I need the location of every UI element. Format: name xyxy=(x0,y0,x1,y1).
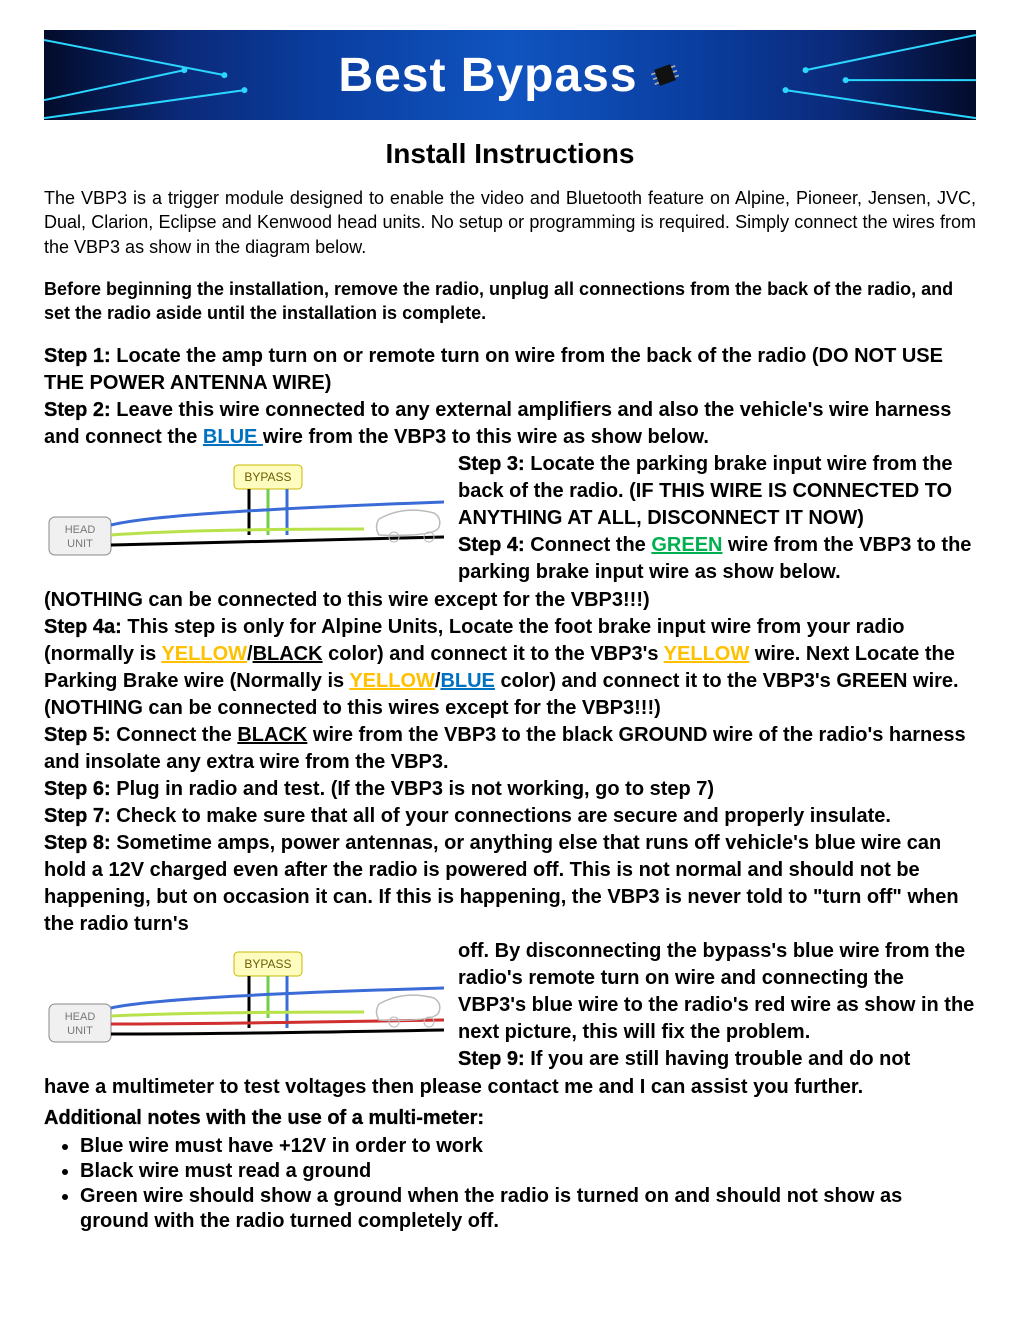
note-2: Black wire must read a ground xyxy=(80,1159,976,1184)
step-1-text: Locate the amp turn on or remote turn on… xyxy=(44,345,943,394)
step-4a-2: color) and connect it to the VBP3's xyxy=(323,643,664,665)
document-page: Best Bypass Install Instructions The VBP… xyxy=(0,0,1020,1264)
step-6: Step 6: Plug in radio and test. (If the … xyxy=(44,776,976,803)
step-label-6: Step 6: xyxy=(44,778,111,800)
diagram-bypass-label: BYPASS xyxy=(244,470,291,484)
step-8: Step 8: Sometime amps, power antennas, o… xyxy=(44,830,976,938)
step-5: Step 5: Connect the BLACK wire from the … xyxy=(44,722,976,776)
step-label-4a: Step 4a: xyxy=(44,616,122,638)
notes-header: Additional notes with the use of a multi… xyxy=(44,1105,976,1132)
note-3: Green wire should show a ground when the… xyxy=(80,1184,976,1234)
step-4a: Step 4a: This step is only for Alpine Un… xyxy=(44,614,976,722)
step-9a: If you are still having trouble and do n… xyxy=(525,1048,911,1070)
svg-text:BYPASS: BYPASS xyxy=(244,957,291,971)
step-1: Step 1: Locate the amp turn on or remote… xyxy=(44,343,976,397)
step-label-3: Step 3: xyxy=(458,453,525,475)
intro-warning: Before beginning the installation, remov… xyxy=(44,277,976,326)
banner-title: Best Bypass xyxy=(338,48,637,103)
wire-blue: BLUE xyxy=(203,426,263,448)
step-label-2: Step 2: xyxy=(44,399,111,421)
page-title: Install Instructions xyxy=(44,138,976,170)
chip-icon xyxy=(643,53,687,97)
step-4-pre: Connect the xyxy=(525,534,652,556)
note-1: Blue wire must have +12V in order to wor… xyxy=(80,1134,976,1159)
step-9b: have a multimeter to test voltages then … xyxy=(44,1074,976,1101)
step-8a: Sometime amps, power antennas, or anythi… xyxy=(44,832,959,935)
step-3-text: Locate the parking brake input wire from… xyxy=(458,453,953,529)
wire-yellow-3: YELLOW xyxy=(349,670,435,692)
diagram-head-unit-label: HEAD xyxy=(65,524,96,536)
intro-paragraph: The VBP3 is a trigger module designed to… xyxy=(44,186,976,259)
step-7: Step 7: Check to make sure that all of y… xyxy=(44,803,976,830)
step-2-text-b: wire from the VBP3 to this wire as show … xyxy=(263,426,709,448)
wire-black-1: BLACK xyxy=(253,643,323,665)
step-label-1: Step 1: xyxy=(44,345,111,367)
steps-block: Step 1: Locate the amp turn on or remote… xyxy=(44,343,976,1234)
step-7-text: Check to make sure that all of your conn… xyxy=(111,805,891,827)
step-label-9: Step 9: xyxy=(458,1048,525,1070)
step-5a: Connect the xyxy=(111,724,238,746)
step-label-5: Step 5: xyxy=(44,724,111,746)
wire-green: GREEN xyxy=(651,534,722,556)
wiring-diagram-1: HEAD UNIT BYPASS xyxy=(44,457,444,585)
step-4-tail: (NOTHING can be connected to this wire e… xyxy=(44,587,976,614)
step-6-text: Plug in radio and test. (If the VBP3 is … xyxy=(111,778,714,800)
svg-text:HEAD: HEAD xyxy=(65,1011,96,1023)
wiring-diagram-2: HEAD UNIT BYPASS xyxy=(44,944,444,1072)
step-2: Step 2: Leave this wire connected to any… xyxy=(44,397,976,451)
step-label-7: Step 7: xyxy=(44,805,111,827)
wire-black-2: BLACK xyxy=(237,724,307,746)
svg-text:UNIT: UNIT xyxy=(67,538,93,550)
notes-list: Blue wire must have +12V in order to wor… xyxy=(80,1134,976,1234)
wire-yellow-2: YELLOW xyxy=(664,643,750,665)
step-label-4: Step 4: xyxy=(458,534,525,556)
step-label-8: Step 8: xyxy=(44,832,111,854)
svg-text:UNIT: UNIT xyxy=(67,1025,93,1037)
wire-blue-2: BLUE xyxy=(440,670,494,692)
wire-yellow-1: YELLOW xyxy=(161,643,247,665)
banner: Best Bypass xyxy=(44,30,976,120)
